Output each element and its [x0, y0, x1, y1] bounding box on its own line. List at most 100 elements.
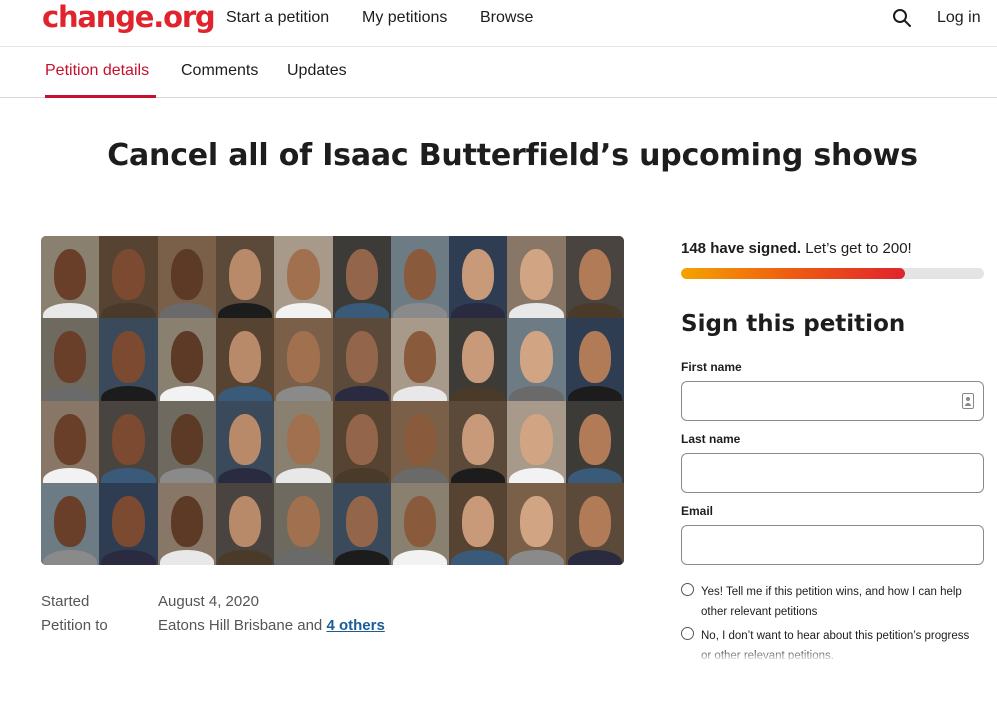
portrait-shoulders — [451, 468, 505, 483]
email-field[interactable] — [681, 525, 984, 565]
portrait-face — [519, 414, 553, 465]
portrait-tile — [99, 401, 158, 483]
portrait-shoulders — [568, 386, 622, 401]
tab-updates[interactable]: Updates — [287, 62, 347, 80]
portrait-shoulders — [218, 468, 272, 483]
search-icon[interactable] — [892, 8, 912, 28]
portrait-shoulders — [218, 386, 272, 401]
opt-in-radio[interactable] — [681, 583, 694, 596]
portrait-shoulders — [451, 550, 505, 565]
portrait-face — [403, 331, 437, 383]
portrait-shoulders — [335, 386, 389, 401]
portrait-face — [578, 249, 612, 300]
portrait-face — [228, 414, 262, 465]
portrait-tile — [158, 318, 216, 401]
portrait-face — [111, 331, 145, 383]
portrait-face — [53, 249, 87, 300]
portrait-tile — [274, 401, 333, 483]
signature-count: 148 have signed. Let’s get to 200! — [681, 240, 912, 257]
petition-image — [41, 236, 624, 565]
change-org-logo[interactable]: change.org — [42, 0, 216, 34]
opt-out-radio[interactable] — [681, 627, 694, 640]
signature-goal-text: Let’s get to 200! — [805, 240, 912, 257]
portrait-shoulders — [218, 303, 272, 318]
portrait-shoulders — [509, 550, 564, 565]
portrait-tile — [566, 236, 624, 318]
others-link[interactable]: 4 others — [326, 617, 384, 634]
tab-comments[interactable]: Comments — [181, 62, 258, 80]
portrait-face — [111, 414, 145, 465]
portrait-shoulders — [43, 303, 97, 318]
first-name-field[interactable] — [681, 381, 984, 421]
portrait-face — [170, 249, 204, 300]
last-name-field[interactable] — [681, 453, 984, 493]
portrait-tile — [449, 236, 507, 318]
portrait-tile — [333, 236, 391, 318]
portrait-shoulders — [160, 303, 214, 318]
portrait-shoulders — [43, 386, 97, 401]
portrait-shoulders — [509, 386, 564, 401]
portrait-shoulders — [101, 386, 156, 401]
petition-title: Cancel all of Isaac Butterfield’s upcomi… — [107, 138, 918, 173]
email-label: Email — [681, 504, 714, 518]
portrait-shoulders — [101, 550, 156, 565]
portrait-face — [170, 496, 204, 547]
petition-tabs: Petition details Comments Updates — [0, 47, 997, 98]
portrait-face — [461, 414, 495, 465]
portrait-tile — [449, 401, 507, 483]
opt-in-label[interactable]: Yes! Tell me if this petition wins, and … — [701, 582, 976, 622]
portrait-shoulders — [568, 303, 622, 318]
signature-progress-fill — [681, 268, 906, 279]
portrait-tile — [566, 483, 624, 565]
portrait-face — [403, 414, 437, 465]
contact-card-icon[interactable] — [962, 393, 974, 409]
portrait-tile — [391, 318, 449, 401]
portrait-tile — [99, 318, 158, 401]
portrait-tile — [216, 401, 274, 483]
portrait-tile — [333, 401, 391, 483]
nav-my-petitions[interactable]: My petitions — [362, 9, 447, 27]
portrait-tile — [449, 318, 507, 401]
nav-start-petition[interactable]: Start a petition — [226, 9, 329, 27]
portrait-tile — [216, 236, 274, 318]
portrait-face — [53, 331, 87, 383]
portrait-shoulders — [393, 386, 447, 401]
portrait-shoulders — [43, 468, 97, 483]
portrait-shoulders — [101, 468, 156, 483]
portrait-face — [53, 414, 87, 465]
portrait-tile — [507, 318, 566, 401]
portrait-shoulders — [276, 303, 331, 318]
login-link[interactable]: Log in — [937, 9, 981, 27]
portrait-tile — [274, 483, 333, 565]
nav-browse[interactable]: Browse — [480, 9, 533, 27]
portrait-tile — [391, 236, 449, 318]
portrait-face — [345, 496, 379, 547]
portrait-face — [111, 496, 145, 547]
petition-target: Eatons Hill Brisbane and — [158, 617, 323, 634]
sign-petition-heading: Sign this petition — [681, 311, 906, 337]
portrait-tile — [333, 483, 391, 565]
portrait-tile — [507, 401, 566, 483]
portrait-face — [403, 496, 437, 547]
portrait-face — [345, 414, 379, 465]
tab-petition-details[interactable]: Petition details — [45, 62, 149, 80]
portrait-tile — [41, 483, 99, 565]
portrait-shoulders — [335, 303, 389, 318]
portrait-face — [403, 249, 437, 300]
portrait-tile — [41, 318, 99, 401]
portrait-tile — [449, 483, 507, 565]
portrait-shoulders — [218, 550, 272, 565]
portrait-tile — [158, 483, 216, 565]
portrait-face — [286, 249, 320, 300]
portrait-tile — [507, 236, 566, 318]
first-name-label: First name — [681, 360, 742, 374]
portrait-face — [228, 249, 262, 300]
portrait-face — [461, 496, 495, 547]
portrait-tile — [41, 236, 99, 318]
portrait-shoulders — [568, 468, 622, 483]
portrait-tile — [566, 318, 624, 401]
petition-to-value: Eatons Hill Brisbane and 4 others — [158, 617, 385, 634]
portrait-shoulders — [160, 386, 214, 401]
portrait-face — [578, 496, 612, 547]
active-tab-indicator — [45, 95, 156, 98]
